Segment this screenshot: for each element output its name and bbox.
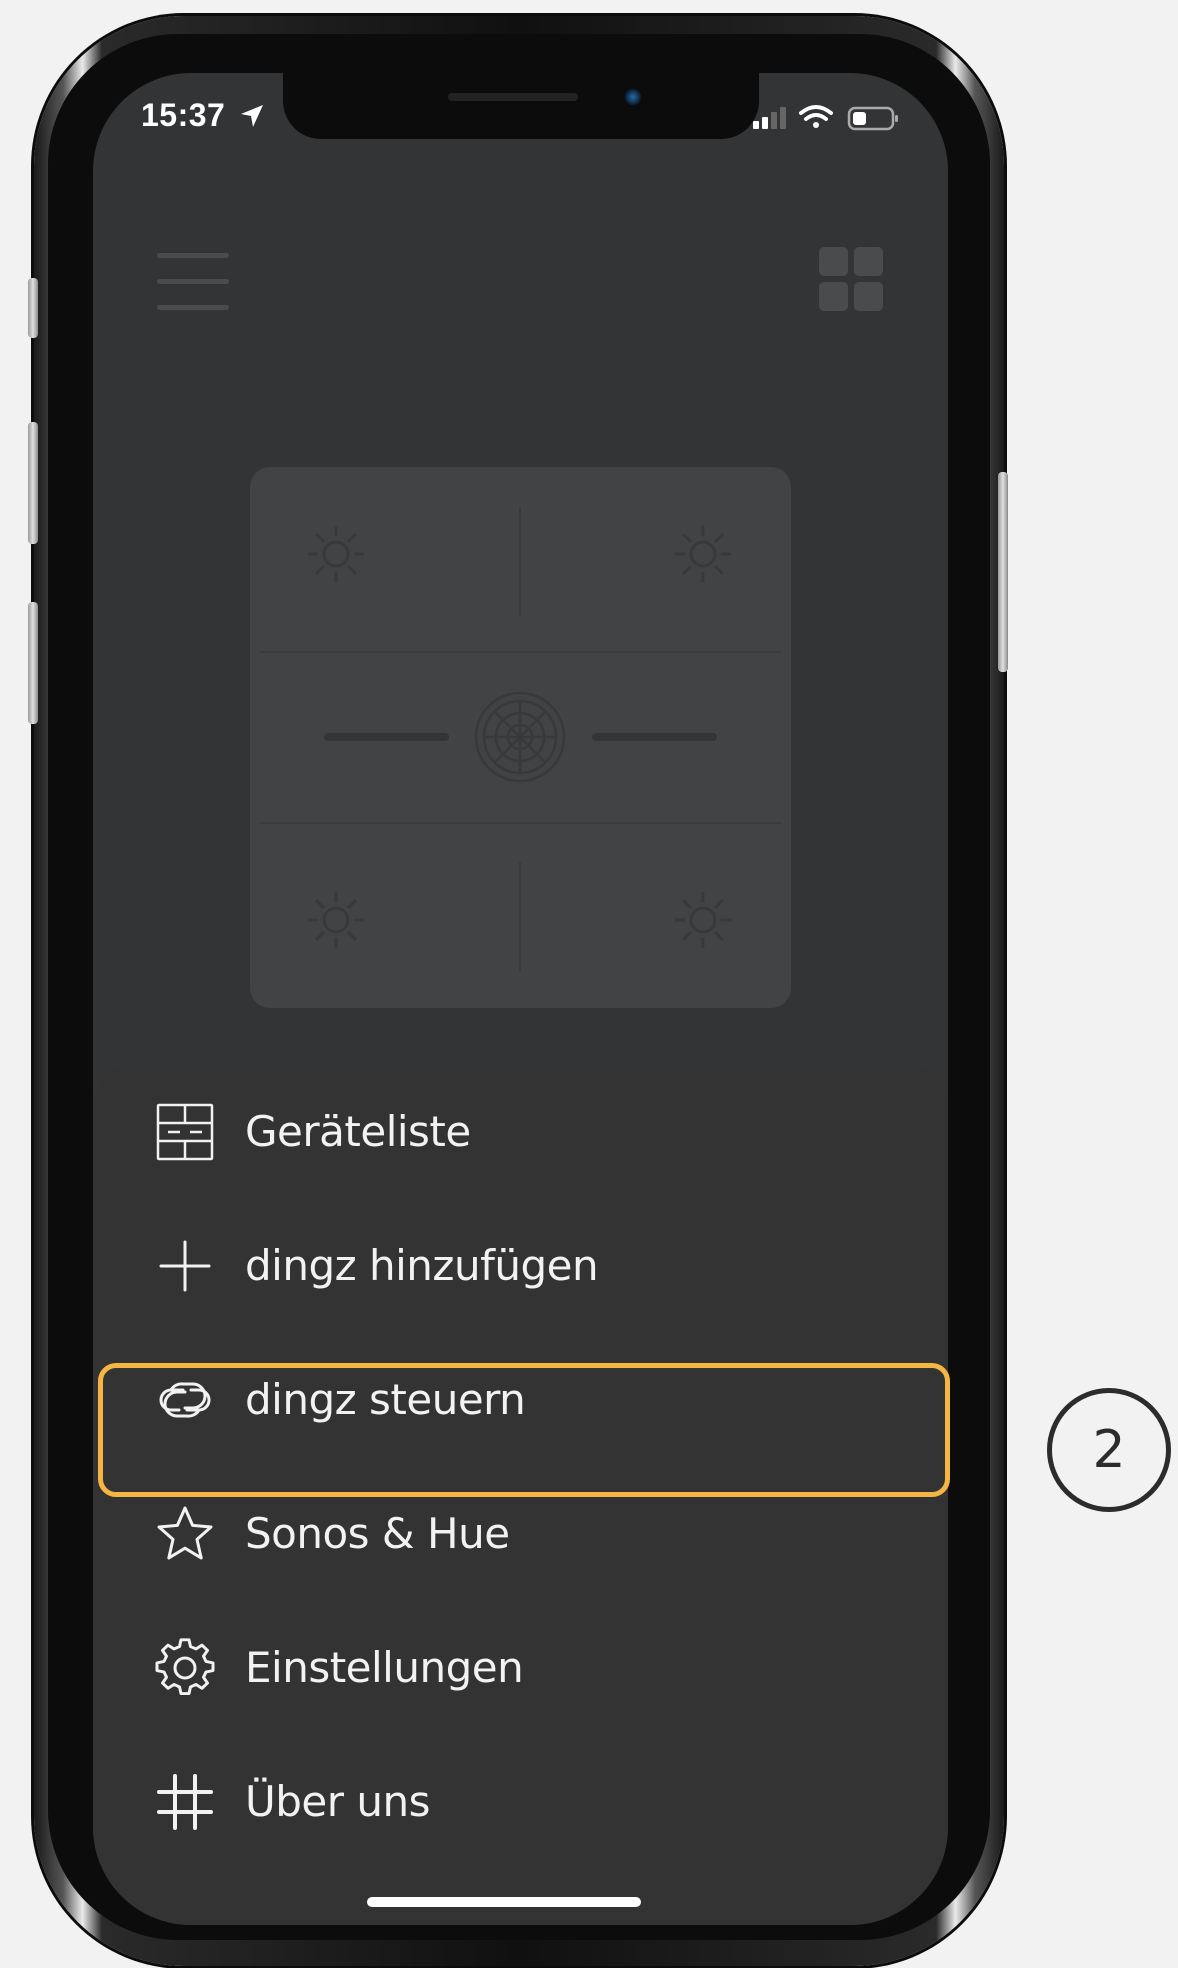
plus-icon (159, 1240, 211, 1292)
menu-item-dingz-hinzufuegen[interactable]: dingz hinzufügen (93, 1199, 948, 1333)
phone-side-button (28, 602, 38, 724)
gear-icon (155, 1638, 215, 1696)
star-icon (157, 1506, 213, 1560)
menu-item-label: dingz hinzufügen (245, 1241, 599, 1290)
menu-item-label: dingz steuern (245, 1375, 526, 1424)
menu-item-label: Einstellungen (245, 1643, 524, 1692)
motion-sensor-icon (474, 691, 566, 783)
sun-icon (307, 525, 365, 583)
switch-graphic (260, 507, 781, 972)
notch (283, 73, 759, 139)
location-arrow-icon (241, 105, 263, 127)
menu-item-label: Über uns (245, 1777, 430, 1826)
device-list-icon (156, 1103, 214, 1161)
sun-icon (674, 525, 732, 583)
hamburger-menu-icon[interactable] (157, 253, 229, 311)
home-indicator[interactable] (367, 1897, 641, 1907)
sun-icon (307, 891, 365, 949)
menu-item-label: Sonos & Hue (245, 1509, 510, 1558)
cellular-signal-icon (753, 107, 786, 129)
speaker (448, 93, 578, 101)
menu-item-ueber-uns[interactable]: Über uns (93, 1735, 948, 1869)
phone-side-button (998, 472, 1008, 672)
link-icon (159, 1382, 211, 1418)
sun-icon (674, 891, 732, 949)
menu-item-sonos-hue[interactable]: Sonos & Hue (93, 1467, 948, 1601)
camera (623, 87, 643, 107)
step-number-badge: 2 (1047, 1388, 1171, 1512)
menu-sheet: Geräteliste dingz hinzufügen dingz steue… (93, 1065, 948, 1925)
phone-side-button (28, 422, 38, 544)
menu-item-einstellungen[interactable]: Einstellungen (93, 1601, 948, 1735)
wifi-icon (799, 105, 833, 128)
grid-view-icon[interactable] (819, 247, 883, 311)
dingz-switch-preview (250, 467, 791, 1008)
menu-item-dingz-steuern[interactable]: dingz steuern (93, 1333, 948, 1467)
phone-side-button (28, 278, 38, 338)
screen: 15:37 Geräteliste dingz hinzufügen dingz… (93, 73, 948, 1925)
hashtag-icon (157, 1774, 213, 1830)
status-time: 15:37 (141, 97, 226, 133)
menu-item-label: Geräteliste (245, 1107, 471, 1156)
menu-item-geraeteliste[interactable]: Geräteliste (93, 1065, 948, 1199)
status-icons (753, 105, 898, 131)
battery-icon (847, 106, 898, 131)
